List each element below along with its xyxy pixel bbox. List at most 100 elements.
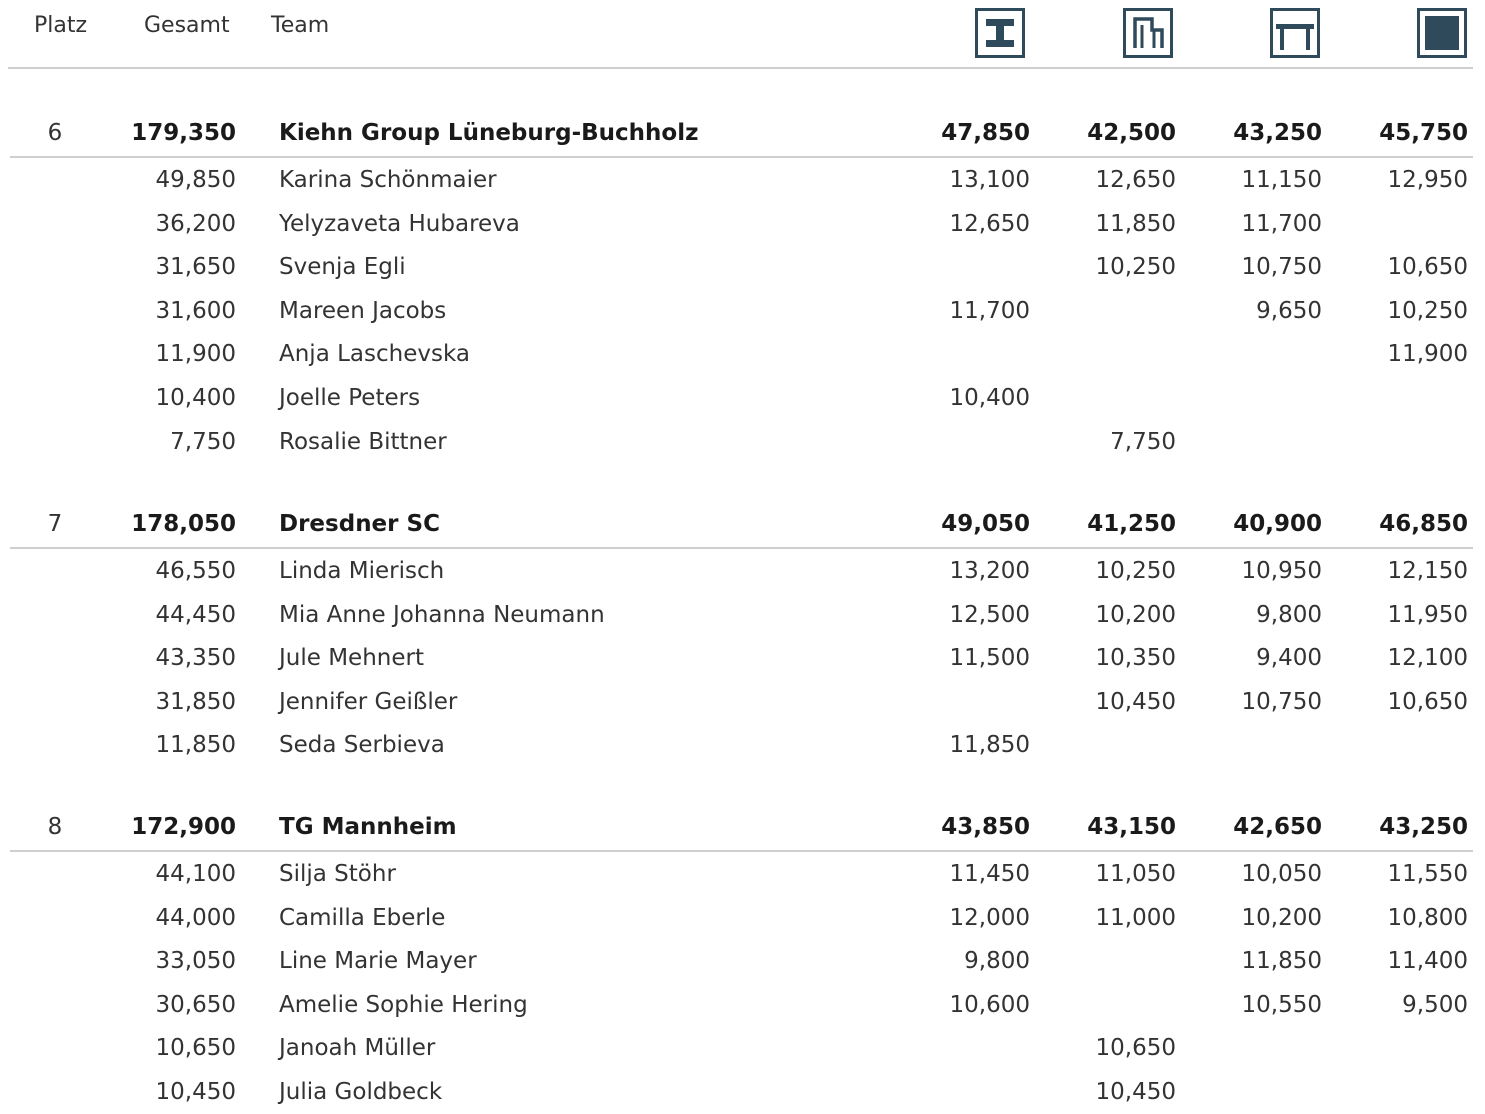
athlete-total: 11,900	[155, 341, 236, 368]
athlete-floor-score: 11,900	[1387, 341, 1468, 368]
athlete-vault-score: 10,600	[949, 991, 1030, 1018]
athlete-row: 7,750 Rosalie Bittner 7,750	[0, 420, 1485, 464]
athlete-floor-score: 9,500	[1402, 991, 1468, 1018]
athlete-name: Janoah Müller	[279, 1035, 436, 1062]
team-name: TG Mannheim	[279, 814, 457, 840]
athlete-floor-score: 10,800	[1387, 904, 1468, 931]
athlete-beam-score: 11,700	[1241, 210, 1322, 237]
table-header: Platz Gesamt Team	[0, 0, 1485, 70]
athlete-bars-score: 10,200	[1095, 601, 1176, 628]
team-bars-score: 42,500	[1087, 120, 1176, 146]
athlete-total: 10,450	[155, 1078, 236, 1105]
athlete-floor-score: 12,950	[1387, 167, 1468, 193]
athlete-beam-score: 10,550	[1241, 991, 1322, 1018]
athlete-row: 44,000 Camilla Eberle 12,000 11,000 10,2…	[0, 896, 1485, 940]
vault-icon	[975, 8, 1025, 58]
athlete-total: 30,650	[155, 991, 236, 1018]
team-beam-score: 43,250	[1233, 120, 1322, 146]
athlete-total: 49,850	[155, 167, 236, 193]
athlete-beam-score: 10,950	[1241, 558, 1322, 584]
athlete-total: 44,100	[155, 861, 236, 887]
athlete-beam-score: 10,050	[1241, 861, 1322, 887]
athlete-bars-score: 10,450	[1095, 688, 1176, 715]
athlete-bars-score: 10,450	[1095, 1078, 1176, 1105]
athlete-row: 31,850 Jennifer Geißler 10,450 10,750 10…	[0, 680, 1485, 724]
athlete-beam-score: 10,750	[1241, 688, 1322, 715]
team-name: Kiehn Group Lüneburg-Buchholz	[279, 120, 699, 146]
athlete-beam-score: 9,800	[1256, 601, 1322, 628]
athlete-vault-score: 12,500	[949, 601, 1030, 628]
team-bars-score: 41,250	[1087, 511, 1176, 537]
athlete-bars-score: 11,850	[1095, 210, 1176, 237]
team-total: 178,050	[131, 511, 236, 537]
athlete-name: Line Marie Mayer	[279, 948, 477, 975]
athlete-name: Joelle Peters	[279, 384, 421, 411]
team-total: 179,350	[131, 120, 236, 146]
athlete-total: 7,750	[170, 428, 236, 455]
team-row: 7 178,050 Dresdner SC 49,050 41,250 40,9…	[0, 497, 1485, 549]
athlete-beam-score: 9,400	[1256, 645, 1322, 672]
athlete-name: Seda Serbieva	[279, 732, 445, 759]
athlete-vault-score: 12,000	[949, 904, 1030, 931]
athlete-floor-score: 12,150	[1387, 558, 1468, 584]
athlete-row: 11,900 Anja Laschevska 11,900	[0, 332, 1485, 376]
team-block: 7 178,050 Dresdner SC 49,050 41,250 40,9…	[0, 497, 1485, 767]
athlete-row: 36,200 Yelyzaveta Hubareva 12,650 11,850…	[0, 202, 1485, 246]
athlete-total: 10,400	[155, 384, 236, 411]
athlete-name: Amelie Sophie Hering	[279, 991, 528, 1018]
athlete-total: 31,600	[155, 297, 236, 324]
athlete-total: 11,850	[155, 732, 236, 759]
athlete-beam-score: 10,200	[1241, 904, 1322, 931]
athlete-row: 11,850 Seda Serbieva 11,850	[0, 723, 1485, 767]
athlete-name: Yelyzaveta Hubareva	[279, 210, 520, 237]
athlete-vault-score: 12,650	[949, 210, 1030, 237]
athlete-vault-score: 11,450	[949, 861, 1030, 887]
athlete-name: Mareen Jacobs	[279, 297, 447, 324]
athlete-bars-score: 11,050	[1095, 861, 1176, 887]
athlete-beam-score: 10,750	[1241, 254, 1322, 281]
athlete-vault-score: 13,100	[949, 167, 1030, 193]
team-beam-score: 40,900	[1233, 511, 1322, 537]
athlete-beam-score: 11,150	[1241, 167, 1322, 193]
athlete-name: Linda Mierisch	[279, 558, 445, 584]
athlete-beam-score: 11,850	[1241, 948, 1322, 975]
floor-icon	[1417, 8, 1467, 58]
athlete-vault-score: 10,400	[949, 384, 1030, 411]
athlete-name: Anja Laschevska	[279, 341, 470, 368]
athlete-total: 36,200	[155, 210, 236, 237]
athlete-total: 44,450	[155, 601, 236, 628]
balance-beam-icon	[1270, 8, 1320, 58]
header-divider	[8, 67, 1473, 69]
athlete-row: 31,600 Mareen Jacobs 11,700 9,650 10,250	[0, 289, 1485, 333]
team-block: 6 179,350 Kiehn Group Lüneburg-Buchholz …	[0, 106, 1485, 463]
team-total: 172,900	[131, 814, 236, 840]
header-team: Team	[271, 13, 330, 38]
athlete-bars-score: 10,650	[1095, 1035, 1176, 1062]
athlete-name: Jule Mehnert	[279, 645, 424, 672]
header-platz: Platz	[34, 13, 88, 38]
athlete-beam-score: 9,650	[1256, 297, 1322, 324]
athlete-name: Silja Stöhr	[279, 861, 396, 887]
team-floor-score: 45,750	[1379, 120, 1468, 146]
athlete-floor-score: 10,650	[1387, 254, 1468, 281]
athlete-total: 31,650	[155, 254, 236, 281]
athlete-row: 44,450 Mia Anne Johanna Neumann 12,500 1…	[0, 593, 1485, 637]
team-vault-score: 43,850	[941, 814, 1030, 840]
athlete-row: 33,050 Line Marie Mayer 9,800 11,850 11,…	[0, 939, 1485, 983]
athlete-bars-score: 12,650	[1095, 167, 1176, 193]
team-row: 8 172,900 TG Mannheim 43,850 43,150 42,6…	[0, 800, 1485, 852]
athlete-floor-score: 11,950	[1387, 601, 1468, 628]
athlete-row: 10,450 Julia Goldbeck 10,450	[0, 1070, 1485, 1114]
athlete-vault-score: 13,200	[949, 558, 1030, 584]
athlete-row: 49,850 Karina Schönmaier 13,100 12,650 1…	[0, 158, 1485, 202]
header-gesamt: Gesamt	[144, 13, 230, 38]
team-name: Dresdner SC	[279, 511, 440, 537]
athlete-vault-score: 9,800	[964, 948, 1030, 975]
team-rank: 8	[47, 814, 63, 840]
athlete-name: Jennifer Geißler	[279, 688, 458, 715]
team-rank: 6	[47, 120, 63, 146]
athlete-row: 46,550 Linda Mierisch 13,200 10,250 10,9…	[0, 549, 1485, 593]
uneven-bars-icon	[1123, 8, 1173, 58]
athlete-row: 44,100 Silja Stöhr 11,450 11,050 10,050 …	[0, 852, 1485, 896]
team-row: 6 179,350 Kiehn Group Lüneburg-Buchholz …	[0, 106, 1485, 158]
